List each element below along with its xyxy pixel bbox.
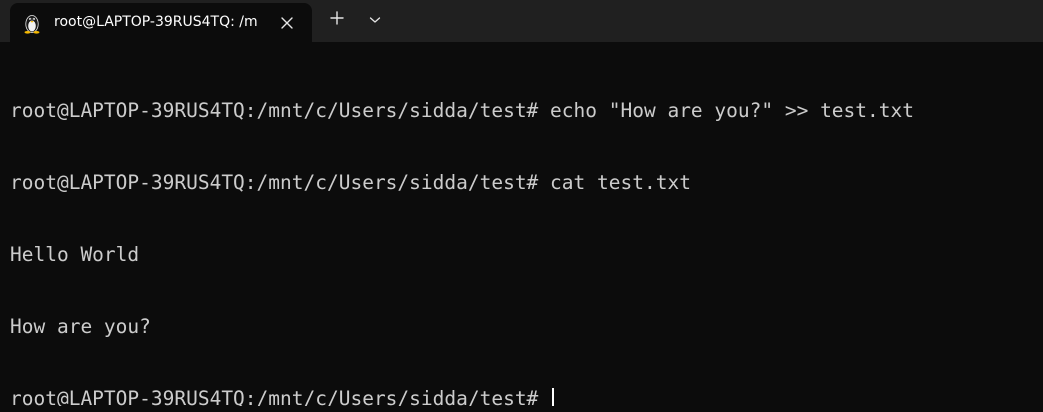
command-text: echo "How are you?" >> test.txt — [538, 99, 914, 122]
plus-icon — [330, 10, 344, 30]
command-text: cat test.txt — [538, 171, 691, 194]
output-text: Hello World — [10, 243, 140, 266]
terminal-line: root@LAPTOP-39RUS4TQ:/mnt/c/Users/sidda/… — [10, 171, 1035, 195]
prompt: root@LAPTOP-39RUS4TQ:/mnt/c/Users/sidda/… — [10, 387, 539, 406]
tab-terminal[interactable]: root@LAPTOP-39RUS4TQ: /m — [10, 3, 312, 42]
terminal-line: How are you? — [10, 315, 1035, 339]
terminal-line: Hello World — [10, 243, 1035, 267]
profile-dropdown-button[interactable] — [361, 6, 389, 34]
tab-title: root@LAPTOP-39RUS4TQ: /m — [54, 14, 258, 30]
text-cursor — [552, 388, 555, 406]
title-bar: root@LAPTOP-39RUS4TQ: /m — [0, 0, 1043, 42]
new-tab-button[interactable] — [322, 6, 352, 34]
linux-tux-icon — [22, 12, 42, 34]
terminal-output[interactable]: root@LAPTOP-39RUS4TQ:/mnt/c/Users/sidda/… — [10, 51, 1035, 406]
close-icon[interactable] — [276, 12, 298, 34]
prompt: root@LAPTOP-39RUS4TQ:/mnt/c/Users/sidda/… — [10, 171, 539, 194]
output-text: How are you? — [10, 315, 151, 338]
terminal-input-line[interactable]: root@LAPTOP-39RUS4TQ:/mnt/c/Users/sidda/… — [10, 387, 1035, 406]
prompt: root@LAPTOP-39RUS4TQ:/mnt/c/Users/sidda/… — [10, 99, 539, 122]
terminal-line: root@LAPTOP-39RUS4TQ:/mnt/c/Users/sidda/… — [10, 99, 1035, 123]
terminal-window: root@LAPTOP-39RUS4TQ: /m root@LAPTOP-39R… — [0, 0, 1043, 412]
chevron-down-icon — [369, 11, 381, 29]
